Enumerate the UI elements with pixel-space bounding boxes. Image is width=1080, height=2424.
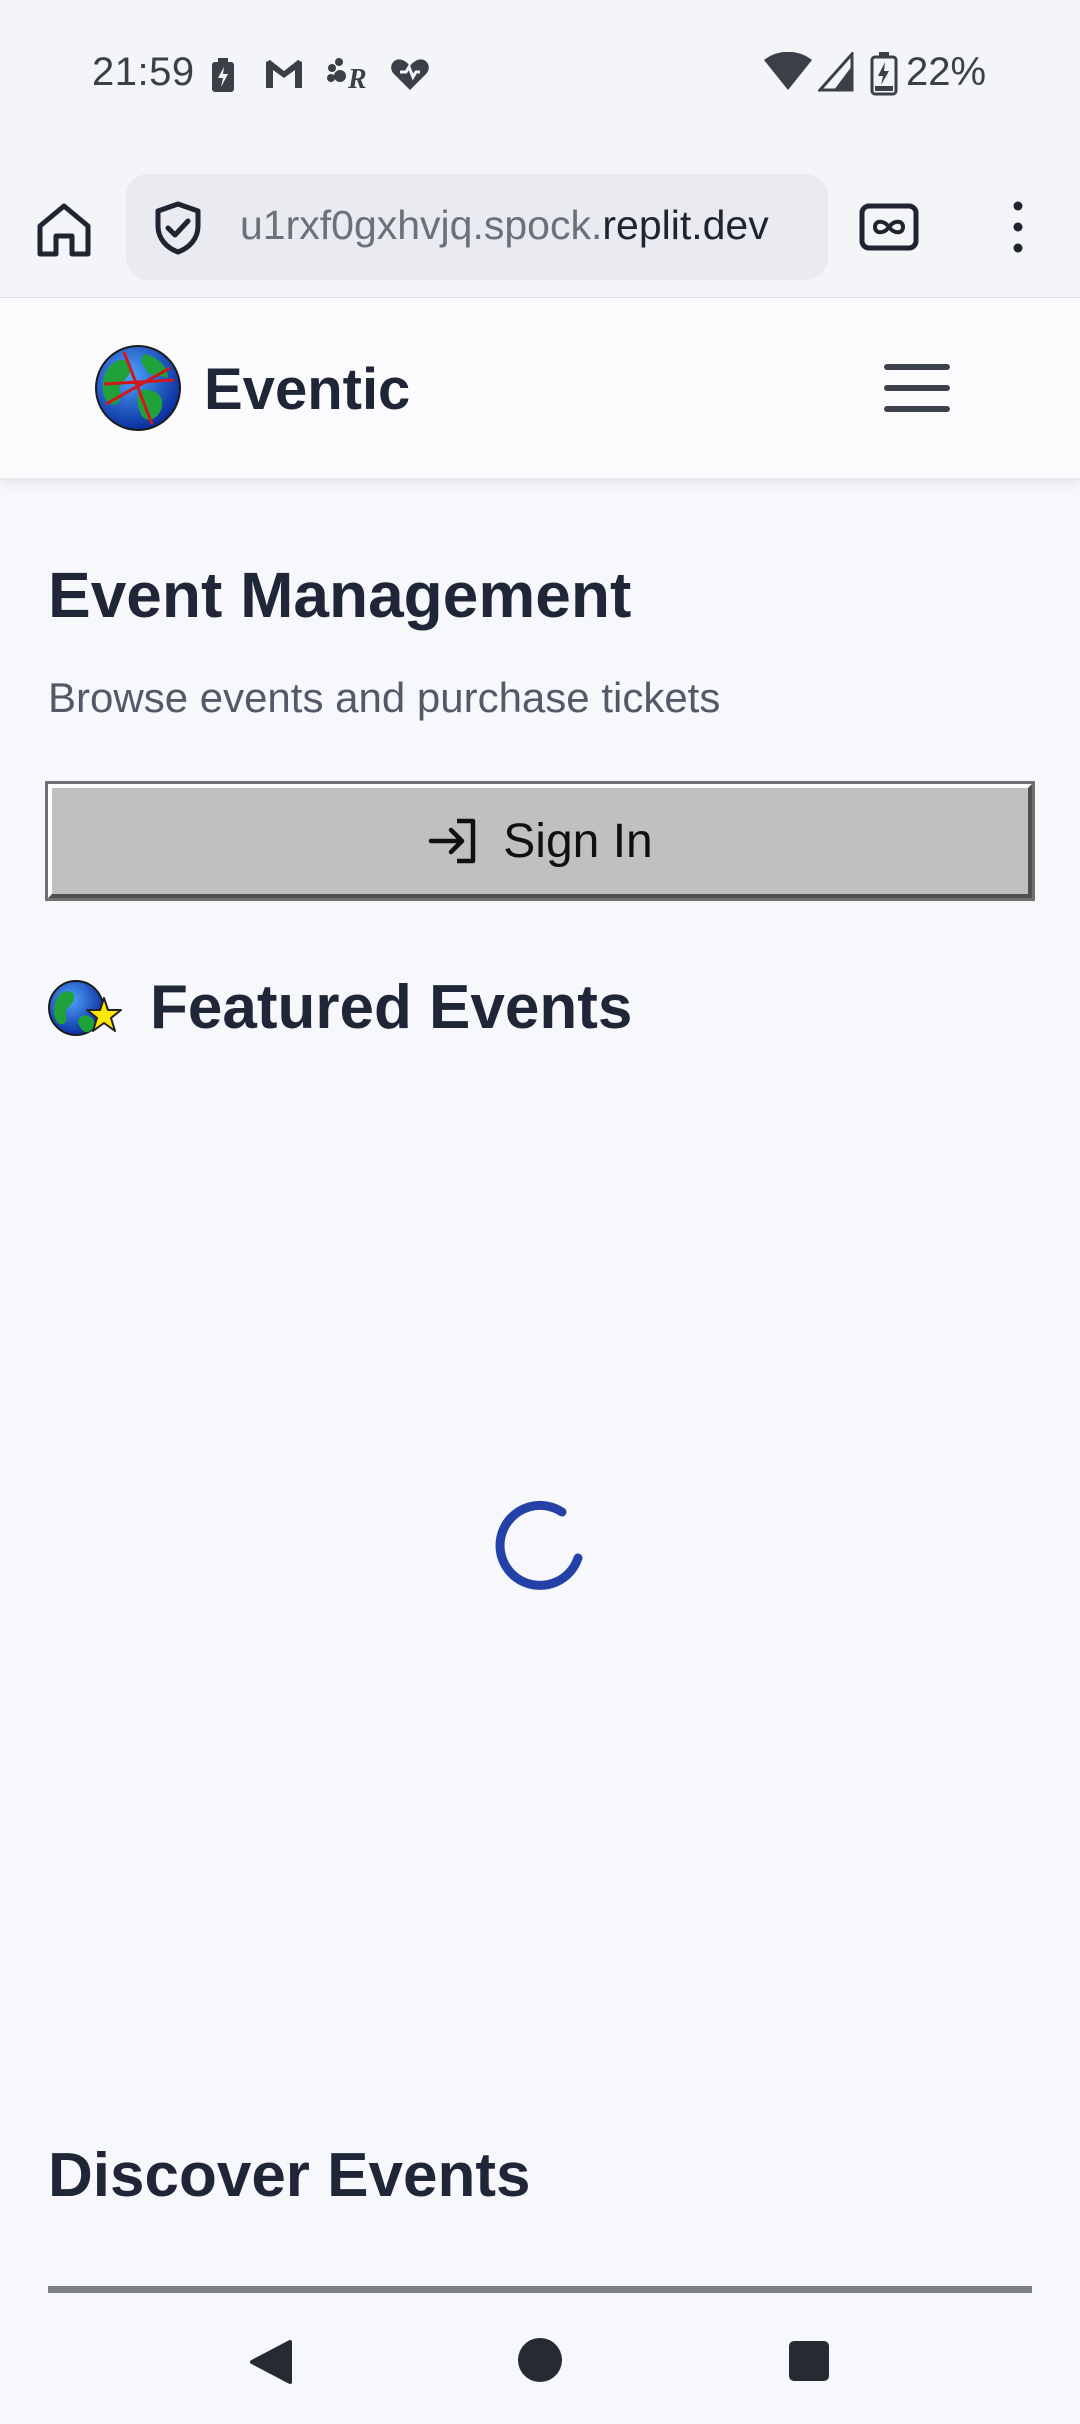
back-icon[interactable]	[246, 2338, 294, 2386]
browser-toolbar: u1rxf0gxhvjq.spock.replit.dev	[0, 160, 1080, 298]
svg-text:R: R	[347, 64, 367, 92]
home-circle-icon[interactable]	[516, 2336, 564, 2384]
section-divider	[48, 2286, 1032, 2293]
battery-saver-icon	[212, 58, 234, 92]
page-title: Event Management	[48, 559, 632, 631]
site-header: Eventic	[0, 298, 1080, 478]
hamburger-menu-icon[interactable]	[880, 360, 954, 416]
overflow-menu-icon[interactable]	[998, 196, 1038, 258]
heart-icon	[391, 59, 429, 90]
url-text: u1rxf0gxhvjq.spock.replit.dev	[240, 202, 820, 249]
sign-in-label: Sign In	[503, 814, 653, 868]
globe-logo-icon[interactable]	[94, 344, 182, 432]
brand-name[interactable]: Eventic	[204, 356, 410, 423]
battery-percent: 22%	[906, 50, 987, 94]
system-nav-bar	[0, 2300, 1080, 2424]
battery-charging-icon	[870, 52, 898, 96]
home-icon[interactable]	[30, 196, 98, 264]
wifi-icon	[764, 52, 812, 90]
signal-icon	[818, 52, 854, 92]
reader-mode-icon[interactable]	[858, 196, 920, 258]
url-fade	[768, 174, 828, 280]
featured-events-title: Featured Events	[150, 973, 633, 1042]
status-bar: 21:59 R 22%	[0, 0, 1080, 160]
loading-spinner-icon	[495, 1500, 583, 1590]
sign-in-arrow-icon	[427, 817, 479, 865]
shield-check-icon[interactable]	[150, 200, 206, 256]
recents-icon[interactable]	[788, 2340, 830, 2382]
sign-in-button[interactable]: Sign In	[45, 781, 1035, 901]
page-subtitle: Browse events and purchase tickets	[48, 674, 721, 721]
url-prefix: u1rxf0gxhvjq.spock.	[240, 202, 603, 248]
gmail-icon	[266, 60, 302, 88]
url-host: replit.dev	[602, 202, 769, 248]
status-time: 21:59	[92, 50, 195, 94]
featured-events-heading: Featured Events	[48, 972, 632, 1043]
globe-star-icon	[48, 979, 122, 1036]
discover-events-title: Discover Events	[48, 2141, 531, 2210]
paw-icon: R	[327, 58, 367, 92]
url-bar[interactable]: u1rxf0gxhvjq.spock.replit.dev	[126, 174, 828, 280]
